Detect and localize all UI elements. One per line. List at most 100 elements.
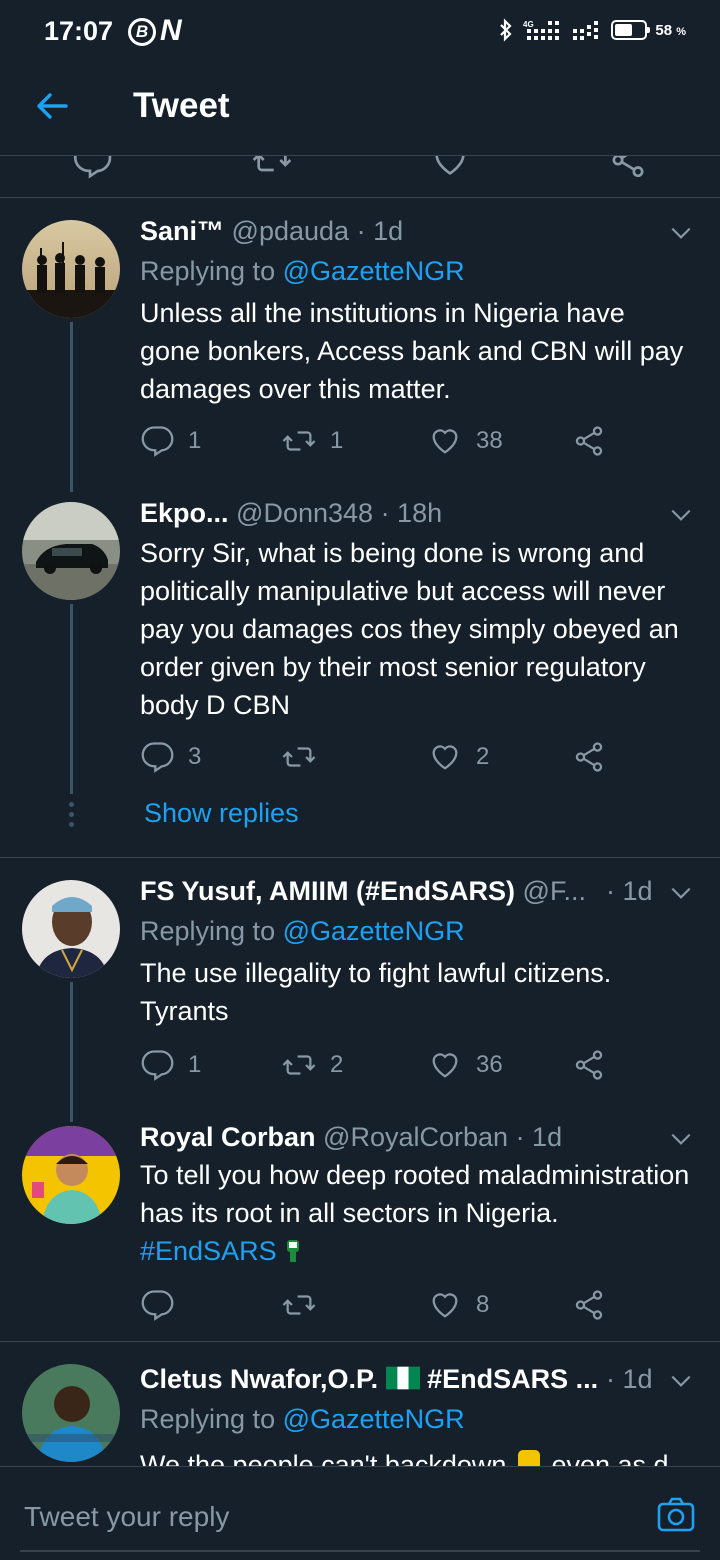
tweet-text: We the people can't backdown even as d [140, 1446, 690, 1466]
reply-composer[interactable]: Tweet your reply [0, 1466, 720, 1560]
tweet-actions: 8 [140, 1288, 620, 1324]
tweet-time: · 18h [380, 498, 443, 528]
reply-icon [141, 1290, 174, 1321]
display-name[interactable]: Ekpo... [140, 498, 229, 528]
display-name[interactable]: Sani™ [140, 216, 224, 246]
display-name[interactable]: Royal Corban [140, 1122, 316, 1152]
b-app-icon: B [128, 18, 156, 46]
tweet-header: Ekpo... @Donn348 · 18h [140, 498, 650, 529]
mention-link[interactable]: @GazetteNGR [283, 1404, 465, 1434]
like-action[interactable]: 36 [428, 1048, 503, 1082]
reply-action[interactable]: 1 [140, 424, 201, 458]
reply-action[interactable] [140, 1288, 188, 1322]
retweet-action[interactable]: 2 [282, 1048, 343, 1082]
like-icon [432, 1293, 458, 1318]
user-handle[interactable]: @RoyalCorban [323, 1122, 508, 1152]
like-action[interactable]: 38 [428, 424, 503, 458]
tweet-actions: 3 2 [140, 740, 620, 776]
like-count: 36 [476, 1051, 503, 1078]
tweet-header: Royal Corban @RoyalCorban · 1d [140, 1122, 650, 1153]
battery-icon [611, 20, 651, 40]
retweet-icon [282, 1055, 316, 1075]
chevron-down-icon[interactable] [668, 880, 694, 906]
share-action[interactable] [572, 424, 606, 458]
retweet-action[interactable] [282, 1288, 330, 1322]
tweet-header: Cletus Nwafor,O.P. #EndSARS ... [140, 1364, 600, 1395]
tweet-time: · 1d [356, 216, 404, 246]
like-action[interactable]: 8 [428, 1288, 489, 1322]
like-icon [432, 1053, 458, 1078]
tweet-time: · 1d [606, 876, 653, 906]
like-icon[interactable] [430, 156, 470, 180]
user-handle[interactable]: @Donn348 [236, 498, 373, 528]
reply-icon[interactable] [72, 156, 112, 180]
tweet-item[interactable]: Cletus Nwafor,O.P. #EndSARS ... · 1d Rep… [0, 1342, 720, 1466]
avatar[interactable] [22, 1364, 120, 1462]
share-action[interactable] [572, 1048, 606, 1082]
reply-action[interactable]: 1 [140, 1048, 201, 1082]
raised-fist-emoji-icon [287, 1240, 300, 1262]
share-icon [575, 426, 603, 456]
reply-action[interactable]: 3 [140, 740, 201, 774]
chevron-down-icon[interactable] [668, 502, 694, 528]
tweet-item[interactable]: FS Yusuf, AMIIM (#EndSARS) @F... · 1d Re… [0, 858, 720, 1122]
thread-line [70, 982, 73, 1122]
show-replies-link[interactable]: Show replies [144, 798, 299, 829]
like-action[interactable]: 2 [428, 740, 489, 774]
share-icon[interactable] [608, 156, 648, 180]
tweet-item[interactable]: Royal Corban @RoyalCorban · 1d To tell y… [0, 1104, 720, 1342]
user-handle[interactable]: @pdauda [232, 216, 350, 246]
chevron-down-icon[interactable] [668, 1126, 694, 1152]
chevron-down-icon[interactable] [668, 1368, 694, 1394]
avatar[interactable] [22, 1126, 120, 1224]
tweet-header: FS Yusuf, AMIIM (#EndSARS) @F... [140, 876, 600, 907]
status-time: 17:07 [44, 16, 114, 46]
avatar[interactable] [22, 220, 120, 318]
tweet-text: Sorry Sir, what is being done is wrong a… [140, 538, 679, 720]
share-action[interactable] [572, 1288, 606, 1322]
tweet-item[interactable]: Sani™ @pdauda · 1d Replying to @GazetteN… [0, 198, 720, 492]
retweet-icon [282, 1295, 316, 1315]
reply-input[interactable]: Tweet your reply [24, 1501, 229, 1533]
like-count: 2 [476, 743, 490, 770]
retweet-count: 1 [330, 427, 344, 454]
share-icon [575, 742, 603, 772]
tweet-header: Sani™ @pdauda · 1d [140, 216, 650, 247]
retweet-action[interactable] [282, 740, 330, 774]
tweet-item[interactable]: Ekpo... @Donn348 · 18h Sorry Sir, what i… [0, 482, 720, 858]
chevron-down-icon[interactable] [668, 220, 694, 246]
replying-to: Replying to @GazetteNGR [140, 916, 465, 946]
mention-link[interactable]: @GazetteNGR [283, 916, 465, 946]
replying-to: Replying to @GazetteNGR [140, 256, 465, 286]
like-count: 38 [476, 427, 503, 454]
reply-count: 3 [188, 743, 202, 770]
composer-underline [20, 1550, 700, 1552]
reply-count: 1 [188, 1051, 202, 1078]
share-icon [575, 1050, 603, 1080]
hashtag-link[interactable]: #EndSARS [140, 1236, 277, 1266]
display-name[interactable]: Cletus Nwafor,O.P. [140, 1364, 378, 1394]
thread-line [70, 604, 73, 794]
tweet-time: · 1d [606, 1364, 653, 1394]
retweet-icon[interactable] [252, 156, 292, 180]
avatar[interactable] [22, 502, 120, 600]
display-name[interactable]: FS Yusuf, AMIIM (#EndSARS) [140, 876, 515, 906]
retweet-action[interactable]: 1 [282, 424, 343, 458]
avatar[interactable] [22, 880, 120, 978]
share-action[interactable] [572, 740, 606, 774]
user-handle[interactable]: @F... [523, 876, 586, 906]
tweet-text: The use illegality to fight lawful citiz… [140, 958, 612, 1026]
retweet-icon [282, 431, 316, 451]
n-app-icon: N [160, 14, 182, 47]
mention-link[interactable]: @GazetteNGR [283, 256, 465, 286]
reply-count: 1 [188, 427, 202, 454]
share-icon [575, 1290, 603, 1320]
back-arrow-icon[interactable] [32, 86, 72, 126]
camera-icon[interactable] [656, 1495, 696, 1535]
previous-tweet-actions [0, 156, 720, 198]
bluetooth-icon [500, 18, 512, 42]
raised-fist-emoji-icon [517, 1450, 540, 1466]
replying-to: Replying to @GazetteNGR [140, 1404, 465, 1434]
signal-icon [573, 21, 599, 40]
retweet-count: 2 [330, 1051, 344, 1078]
